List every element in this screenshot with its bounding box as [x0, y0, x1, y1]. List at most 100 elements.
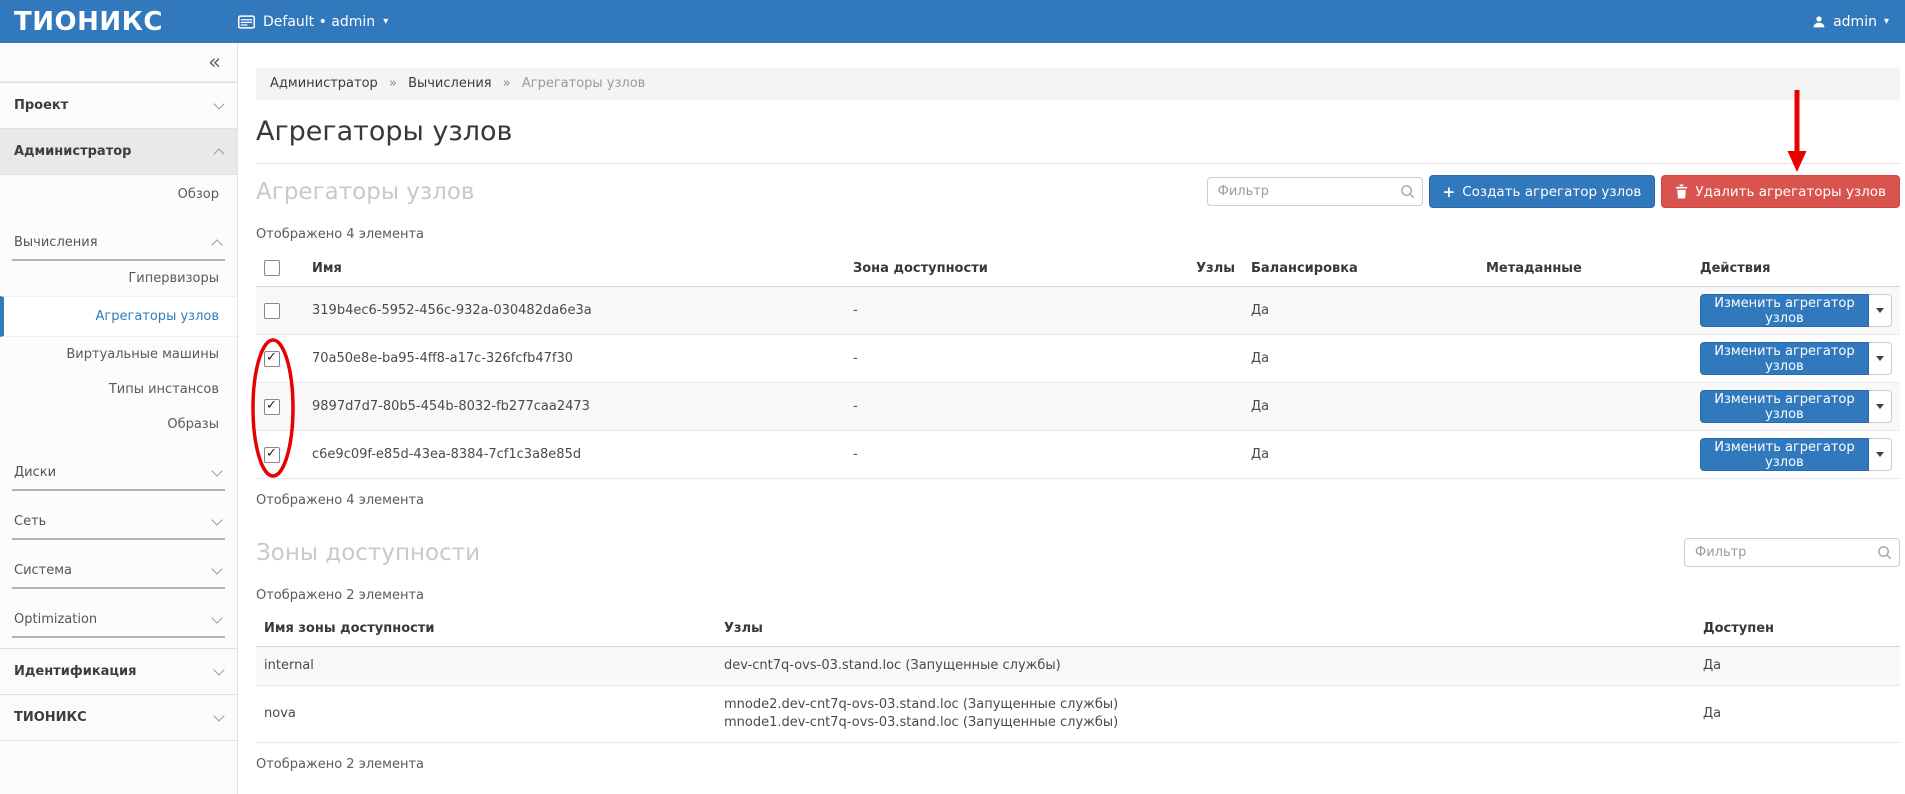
chevron-up-icon	[213, 148, 224, 159]
aggregates-count-bottom: Отображено 4 элемента	[256, 493, 1900, 508]
column-header-zone-hosts[interactable]: Узлы	[716, 611, 1695, 647]
sidebar-item-admin[interactable]: Администратор	[0, 128, 237, 175]
main-content: Администратор » Вычисления » Агрегаторы …	[239, 43, 1905, 794]
sidebar-item-label: Проект	[14, 98, 68, 113]
aggregates-table: Имя Зона доступности Узлы Балансировка М…	[256, 250, 1900, 479]
sidebar-group-label: Диски	[14, 465, 56, 480]
aggregate-hosts	[1103, 431, 1243, 479]
search-icon[interactable]	[1877, 545, 1892, 560]
column-header-zone-name[interactable]: Имя зоны доступности	[256, 611, 716, 647]
aggregate-zone: -	[845, 431, 1103, 479]
sidebar: « Проект Администратор Обзор Вычисления …	[0, 43, 238, 794]
create-aggregate-button[interactable]: + Создать агрегатор узлов	[1429, 175, 1656, 208]
zones-section-title: Зоны доступности	[256, 540, 480, 566]
breadcrumb-separator: »	[389, 76, 397, 91]
zones-count-bottom: Отображено 2 элемента	[256, 757, 1900, 772]
sidebar-group-compute[interactable]: Вычисления	[12, 226, 225, 261]
zone-hosts: mnode2.dev-cnt7q-ovs-03.stand.loc (Запущ…	[716, 686, 1695, 743]
aggregates-filter-input[interactable]	[1207, 177, 1423, 206]
breadcrumb-current: Агрегаторы узлов	[522, 76, 645, 91]
select-all-checkbox[interactable]	[264, 260, 280, 276]
sidebar-group-label: Сеть	[14, 514, 46, 529]
aggregate-zone: -	[845, 335, 1103, 383]
sidebar-group-optimization[interactable]: Optimization	[12, 603, 225, 638]
row-actions-dropdown[interactable]	[1869, 342, 1892, 375]
brand-logo[interactable]: ТИОНИКС	[0, 7, 238, 37]
sidebar-item-project[interactable]: Проект	[0, 82, 237, 128]
row-checkbox[interactable]	[264, 447, 280, 463]
aggregate-balancing: Да	[1243, 431, 1478, 479]
aggregate-balancing: Да	[1243, 335, 1478, 383]
edit-aggregate-button[interactable]: Изменить агрегатор узлов	[1700, 390, 1869, 423]
aggregate-balancing: Да	[1243, 287, 1478, 335]
row-actions-dropdown[interactable]	[1869, 294, 1892, 327]
chevron-down-icon	[211, 514, 222, 525]
user-icon	[1812, 15, 1826, 29]
aggregate-name: 319b4ec6-5952-456c-932a-030482da6e3a	[304, 287, 845, 335]
sidebar-item-host-aggregates[interactable]: Агрегаторы узлов	[0, 296, 237, 337]
breadcrumb-separator: »	[503, 76, 511, 91]
sidebar-item-overview[interactable]: Обзор	[0, 177, 237, 212]
sidebar-group-system[interactable]: Система	[12, 554, 225, 589]
zone-host: mnode2.dev-cnt7q-ovs-03.stand.loc (Запущ…	[724, 696, 1687, 714]
page-title: Агрегаторы узлов	[256, 116, 1900, 164]
sidebar-group-label: Optimization	[14, 612, 97, 627]
sidebar-group-volumes[interactable]: Диски	[12, 456, 225, 491]
aggregate-name: c6e9c09f-e85d-43ea-8384-7cf1c3a8e85d	[304, 431, 845, 479]
delete-aggregates-button[interactable]: Удалить агрегаторы узлов	[1661, 175, 1900, 208]
sidebar-item-hypervisors[interactable]: Гипервизоры	[0, 261, 237, 296]
aggregate-metadata	[1478, 287, 1692, 335]
sidebar-group-network[interactable]: Сеть	[12, 505, 225, 540]
breadcrumb-link-admin[interactable]: Администратор	[270, 76, 378, 91]
zone-available: Да	[1695, 647, 1900, 686]
context-switcher[interactable]: Default • admin ▾	[238, 14, 388, 30]
column-header-name[interactable]: Имя	[304, 250, 845, 287]
search-icon[interactable]	[1400, 184, 1415, 199]
zone-host: mnode1.dev-cnt7q-ovs-03.stand.loc (Запущ…	[724, 714, 1687, 732]
zones-filter-input[interactable]	[1684, 538, 1900, 567]
sidebar-item-images[interactable]: Образы	[0, 407, 237, 442]
sidebar-collapse-icon[interactable]: «	[208, 50, 221, 74]
aggregate-hosts	[1103, 287, 1243, 335]
sidebar-collapse-row: «	[0, 43, 237, 82]
column-header-balancing[interactable]: Балансировка	[1243, 250, 1478, 287]
zone-available: Да	[1695, 686, 1900, 743]
table-row: nova mnode2.dev-cnt7q-ovs-03.stand.loc (…	[256, 686, 1900, 743]
aggregates-header-row: Имя Зона доступности Узлы Балансировка М…	[256, 250, 1900, 287]
zones-table: Имя зоны доступности Узлы Доступен inter…	[256, 611, 1900, 743]
chevron-down-icon	[1876, 308, 1884, 313]
chevron-down-icon	[213, 664, 224, 675]
aggregate-metadata	[1478, 335, 1692, 383]
sidebar-item-identity[interactable]: Идентификация	[0, 648, 237, 694]
top-navbar: ТИОНИКС Default • admin ▾ admin ▾	[0, 0, 1905, 43]
row-actions-dropdown[interactable]	[1869, 438, 1892, 471]
column-header-available[interactable]: Доступен	[1695, 611, 1900, 647]
row-actions-dropdown[interactable]	[1869, 390, 1892, 423]
admin-panel: Обзор Вычисления Гипервизоры Агрегаторы …	[0, 175, 237, 648]
column-header-metadata[interactable]: Метаданные	[1478, 250, 1692, 287]
sidebar-item-instances[interactable]: Виртуальные машины	[0, 337, 237, 372]
sidebar-item-label: Администратор	[14, 144, 131, 159]
chevron-down-icon	[1876, 452, 1884, 457]
edit-aggregate-button[interactable]: Изменить агрегатор узлов	[1700, 342, 1869, 375]
aggregate-zone: -	[845, 383, 1103, 431]
chevron-down-icon	[211, 563, 222, 574]
zone-name: nova	[256, 686, 716, 743]
aggregate-name: 9897d7d7-80b5-454b-8032-fb277caa2473	[304, 383, 845, 431]
row-checkbox[interactable]	[264, 303, 280, 319]
row-checkbox[interactable]	[264, 351, 280, 367]
sidebar-item-tionix[interactable]: ТИОНИКС	[0, 694, 237, 741]
row-checkbox[interactable]	[264, 399, 280, 415]
breadcrumb-link-compute[interactable]: Вычисления	[408, 76, 492, 91]
edit-aggregate-button[interactable]: Изменить агрегатор узлов	[1700, 438, 1869, 471]
user-menu[interactable]: admin ▾	[1812, 14, 1905, 30]
column-header-hosts[interactable]: Узлы	[1103, 250, 1243, 287]
table-row: 9897d7d7-80b5-454b-8032-fb277caa2473 - Д…	[256, 383, 1900, 431]
chevron-down-icon: ▾	[1884, 17, 1889, 27]
sidebar-item-flavors[interactable]: Типы инстансов	[0, 372, 237, 407]
column-header-actions: Действия	[1692, 250, 1900, 287]
edit-aggregate-button[interactable]: Изменить агрегатор узлов	[1700, 294, 1869, 327]
aggregate-hosts	[1103, 335, 1243, 383]
column-header-zone[interactable]: Зона доступности	[845, 250, 1103, 287]
table-row: c6e9c09f-e85d-43ea-8384-7cf1c3a8e85d - Д…	[256, 431, 1900, 479]
